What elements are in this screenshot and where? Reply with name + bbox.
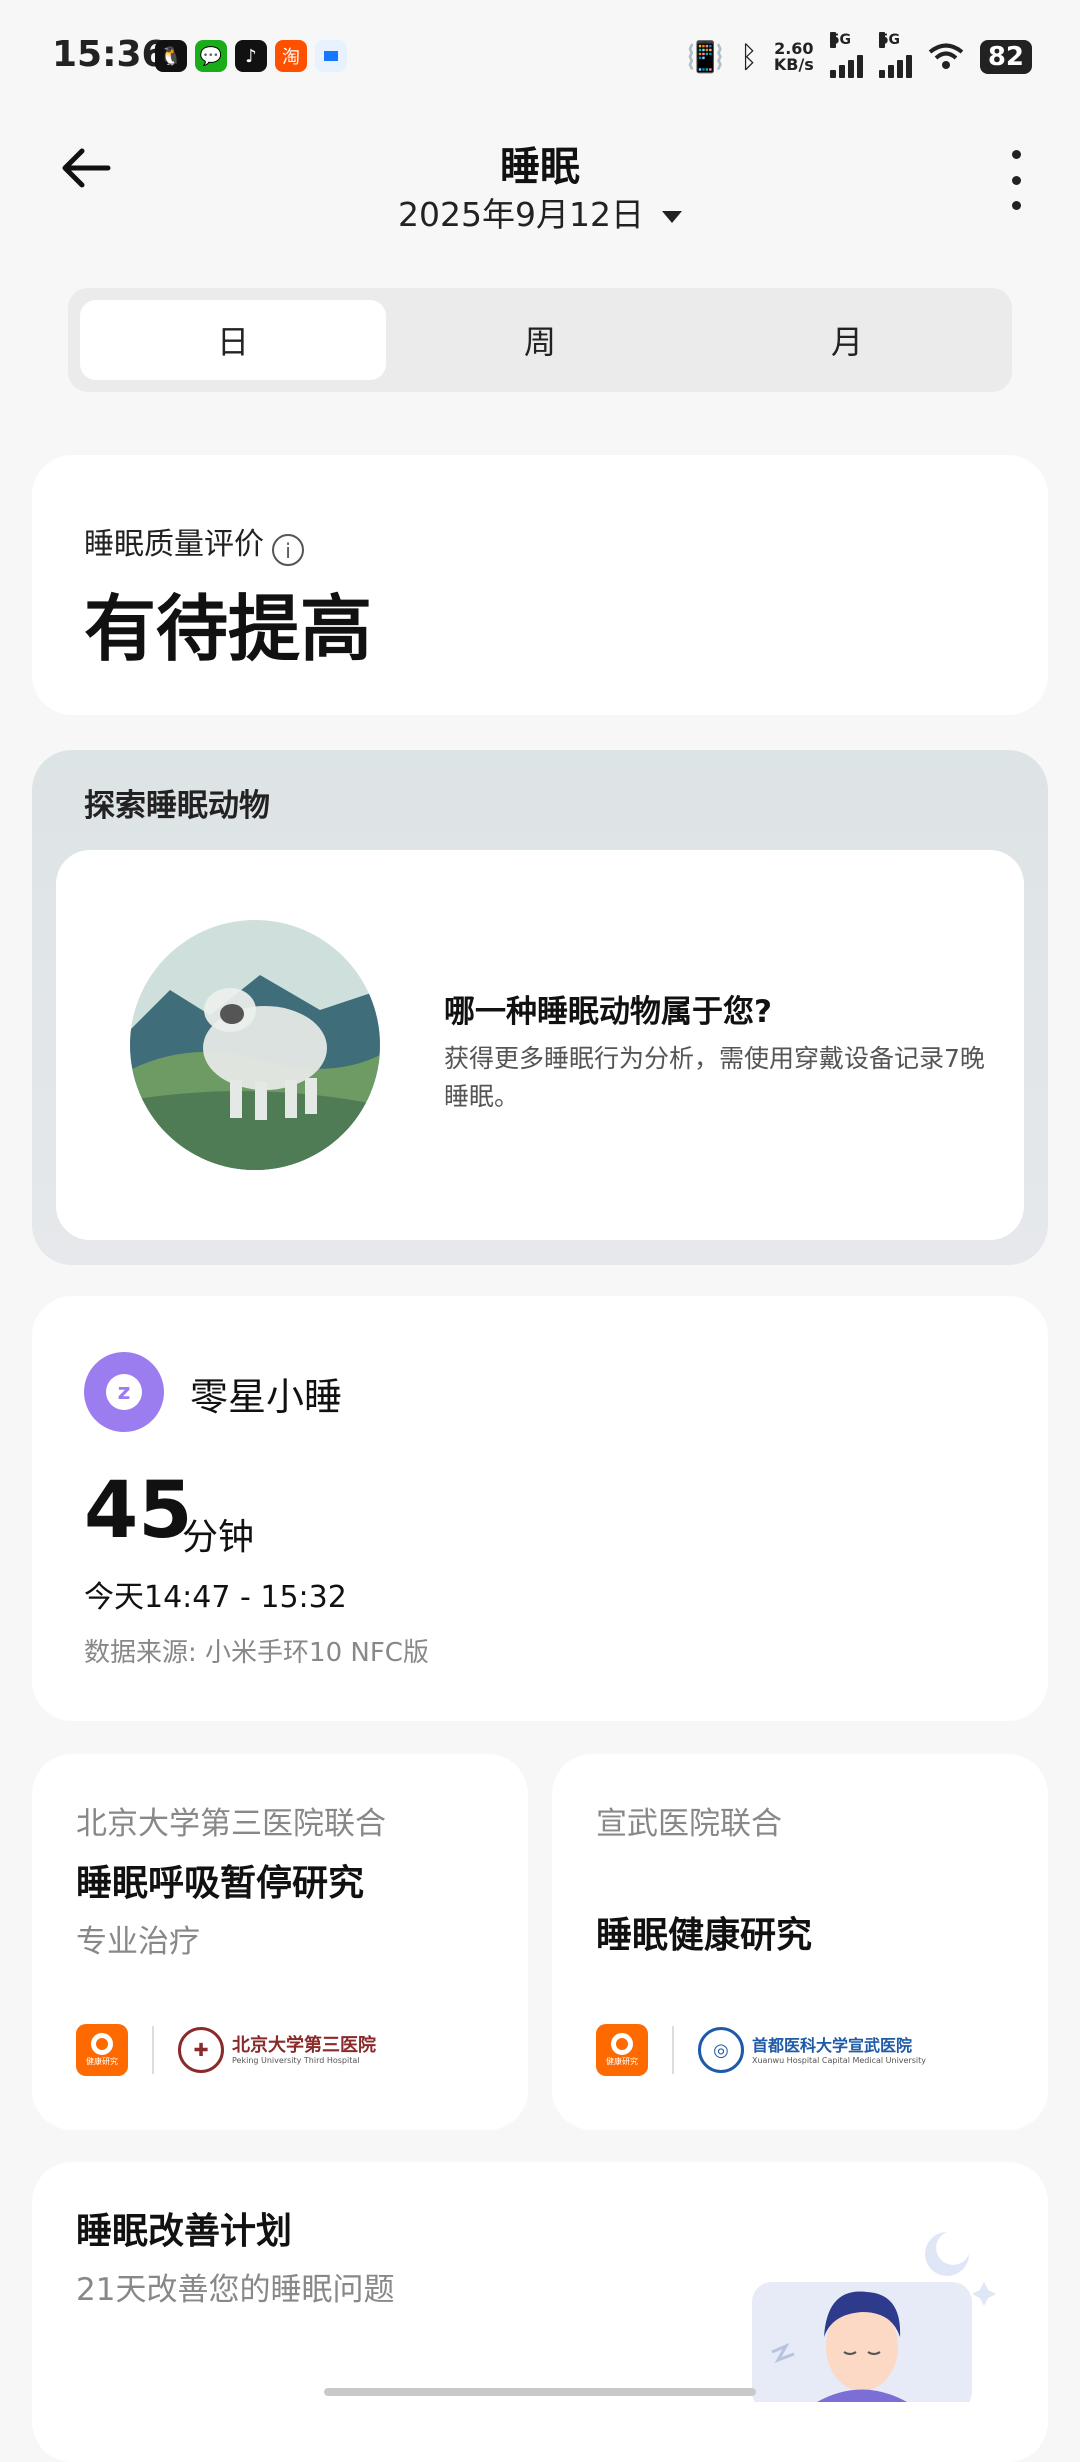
wifi-icon [928,43,964,69]
plan-title: 睡眠改善计划 [76,2211,293,2252]
sleep-animal-description: 获得更多睡眠行为分析，需使用穿戴设备记录7晚睡眠。 [444,1044,985,1111]
date-selector[interactable]: 2025年9月12日 [0,188,1080,236]
logo-divider [152,2026,154,2074]
sleep-improvement-plan-card[interactable]: 睡眠改善计划 21天改善您的睡眠问题 [32,2162,1048,2462]
signal-2-label: 5G [878,32,901,48]
plan-subtitle: 21天改善您的睡眠问题 [76,2272,395,2308]
tiktok-icon: ♪ [235,40,267,72]
signal-2-icon: 5G [878,32,912,78]
hospital-seal-icon: ◎ [698,2027,744,2073]
nap-duration: 45 [84,1466,193,1556]
page-title: 睡眠 [500,144,580,190]
hospital-seal-icon: ✚ [178,2027,224,2073]
hospital-logo: ◎ 首都医科大学宣武医院 Xuanwu Hospital Capital Med… [698,2027,926,2073]
quality-value: 有待提高 [84,587,373,671]
period-tabs: 日 周 月 [68,288,1012,392]
net-speed-unit: KB/s [773,55,814,74]
hospital-name: 首都医科大学宣武医院 [752,2035,913,2055]
nap-unit: 分钟 [182,1517,255,1558]
hospital-logo: ✚ 北京大学第三医院 Peking University Third Hospi… [178,2027,376,2073]
hospital-name-en: Peking University Third Hospital [232,2055,360,2065]
explore-sleep-animal-section: 探索睡眠动物 哪一种睡眠动物属于您? 获得更多睡眠行为分析，需使用穿戴设备记录7… [32,750,1048,1265]
bluetooth-icon: ᛒ [739,39,758,75]
app-notification-icon [315,40,347,72]
vibrate-icon: 📳 [686,39,724,75]
study-title: 睡眠呼吸暂停研究 [76,1863,365,1904]
study-partner: 宣武医院联合 [596,1806,782,1842]
status-time: 15:36 [52,34,167,75]
more-dot-icon [1011,175,1021,185]
net-speed: 2.60 KB/s [774,41,814,73]
sleep-animal-card[interactable]: 哪一种睡眠动物属于您? 获得更多睡眠行为分析，需使用穿戴设备记录7晚睡眠。 [56,850,1024,1240]
signal-1-icon: 5G [829,32,863,78]
study-logos: 健康研究 ✚ 北京大学第三医院 Peking University Third … [76,2024,376,2076]
nap-data-source: 数据来源: 小米手环10 NFC版 [84,1638,429,1668]
date-label: 2025年9月12日 [398,195,644,234]
study-partner: 北京大学第三医院联合 [76,1806,386,1842]
battery-indicator: 82 [979,40,1032,74]
sheep-illustration [130,920,380,1170]
wechat-icon: 💬 [195,40,227,72]
status-right: 📳 ᛒ 2.60 KB/s 5G 5G 82 [686,32,1032,78]
logo-divider [672,2026,674,2074]
study-title: 睡眠健康研究 [596,1915,813,1956]
hospital-name: 北京大学第三医院 [232,2034,376,2056]
sleeping-person-illustration [752,2232,996,2402]
tab-day[interactable]: 日 [80,300,386,380]
nap-time-range: 今天14:47 - 15:32 [84,1580,347,1615]
home-indicator[interactable] [324,2388,756,2396]
signal-1-label: 5G [829,32,852,48]
health-research-logo-icon: 健康研究 [76,2024,128,2076]
tab-month[interactable]: 月 [694,300,1000,380]
more-dot-icon [1011,201,1021,210]
taobao-icon: 淘 [275,40,307,72]
sleep-health-study-card[interactable]: 宣武医院联合 睡眠健康研究 健康研究 ◎ 首都医科大学宣武医院 Xuanwu H… [552,1754,1048,2130]
hospital-name-en: Xuanwu Hospital Capital Medical Universi… [752,2055,927,2065]
tab-week[interactable]: 周 [387,300,693,380]
sleep-apnea-study-card[interactable]: 北京大学第三医院联合 睡眠呼吸暂停研究 专业治疗 健康研究 ✚ 北京大学第三医院… [32,1754,528,2130]
notification-icons: 🐧 💬 ♪ 淘 [155,40,347,72]
qq-icon: 🐧 [155,40,187,72]
more-options-button[interactable] [1008,150,1024,210]
nap-card[interactable]: z 零星小睡 45 分钟 今天14:47 - 15:32 数据来源: 小米手环1… [32,1296,1048,1721]
nap-title: 零星小睡 [190,1375,343,1419]
health-research-logo-icon: 健康研究 [596,2024,648,2076]
info-icon[interactable]: i [272,533,304,566]
sleep-animal-question: 哪一种睡眠动物属于您? [444,994,772,1030]
dropdown-caret-icon [661,210,682,223]
nap-icon: z [84,1352,164,1432]
study-tag: 专业治疗 [76,1924,200,1960]
quality-label: 睡眠质量评价 [84,527,264,562]
status-bar: 15:36 🐧 💬 ♪ 淘 📳 ᛒ 2.60 KB/s 5G 5G 82 [0,0,1080,110]
explore-title: 探索睡眠动物 [84,788,270,824]
more-dot-icon [1011,150,1021,159]
study-logos: 健康研究 ◎ 首都医科大学宣武医院 Xuanwu Hospital Capita… [596,2024,926,2076]
quality-label-row: 睡眠质量评价 i [84,519,304,566]
